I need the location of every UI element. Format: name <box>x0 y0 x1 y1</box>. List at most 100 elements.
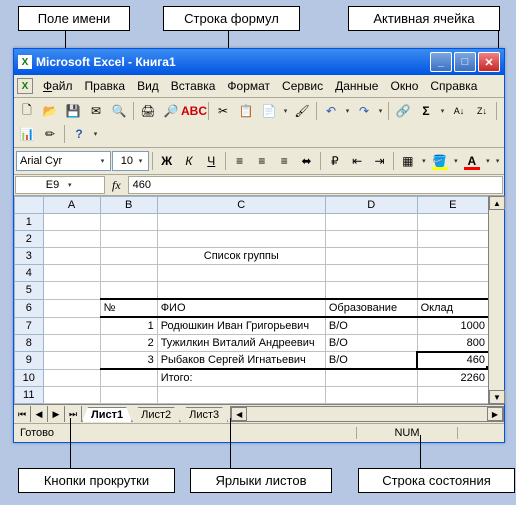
cell-hdr-salary[interactable]: Оклад <box>417 299 488 317</box>
cut-icon[interactable]: ✂ <box>212 100 234 122</box>
row-header-4[interactable]: 4 <box>15 265 44 282</box>
sort-asc-icon[interactable]: A↓ <box>448 100 470 122</box>
menu-file[interactable]: ФФайлайл <box>37 77 79 95</box>
row-header-3[interactable]: 3 <box>15 248 44 265</box>
tab-nav-prev-icon[interactable]: ◀ <box>31 406 48 422</box>
maximize-button[interactable]: □ <box>454 52 476 72</box>
cell-r1-fio[interactable]: Родюшкин Иван Григорьевич <box>157 317 325 335</box>
row-header-9[interactable]: 9 <box>15 352 44 370</box>
scroll-right-icon[interactable]: ▶ <box>487 407 503 421</box>
mail-icon[interactable]: ✉ <box>85 100 107 122</box>
spell-icon[interactable]: ABC <box>183 100 205 122</box>
borders-dropdown[interactable]: ▾ <box>419 157 428 165</box>
fontcolor-dropdown[interactable]: ▾ <box>484 157 493 165</box>
name-box-dropdown[interactable]: ▾ <box>65 181 74 189</box>
close-button[interactable]: ✕ <box>478 52 500 72</box>
spreadsheet-grid[interactable]: A B C D E 1 2 3Список группы 4 5 6 № ФИО… <box>14 196 489 404</box>
menu-help[interactable]: Справка <box>424 77 483 95</box>
autosum-dropdown[interactable]: ▾ <box>438 107 447 115</box>
cell-total-val[interactable]: 2260 <box>417 369 488 387</box>
italic-button[interactable]: К <box>178 150 199 172</box>
horizontal-scrollbar[interactable]: ◀ ▶ <box>230 406 504 422</box>
undo-dropdown[interactable]: ▾ <box>343 107 352 115</box>
cell-title[interactable]: Список группы <box>157 248 325 265</box>
align-right-icon[interactable]: ≡ <box>274 150 295 172</box>
menu-window[interactable]: Окно <box>384 77 424 95</box>
row-header-6[interactable]: 6 <box>15 299 44 317</box>
menu-edit[interactable]: Правка <box>79 77 132 95</box>
scroll-left-icon[interactable]: ◀ <box>231 407 247 421</box>
preview-icon[interactable]: 🔎 <box>160 100 182 122</box>
app-control-icon[interactable]: X <box>17 78 33 94</box>
print-icon[interactable]: 🖨 <box>137 100 159 122</box>
row-header-2[interactable]: 2 <box>15 231 44 248</box>
cell-r3-fio[interactable]: Рыбаков Сергей Игнатьевич <box>157 352 325 370</box>
cell-r3-edu[interactable]: В/О <box>325 352 417 370</box>
font-size-select[interactable]: 10 ▾ <box>112 151 149 171</box>
undo-icon[interactable]: ↶ <box>320 100 342 122</box>
menu-tools[interactable]: Сервис <box>276 77 329 95</box>
cell-r2-sal[interactable]: 800 <box>417 335 488 352</box>
copy-icon[interactable]: 📋 <box>235 100 257 122</box>
bold-button[interactable]: Ж <box>156 150 177 172</box>
borders-icon[interactable]: ▦ <box>397 150 418 172</box>
menu-format[interactable]: Формат <box>221 77 276 95</box>
row-header-7[interactable]: 7 <box>15 317 44 335</box>
paste-dropdown[interactable]: ▾ <box>281 107 290 115</box>
redo-icon[interactable]: ↷ <box>353 100 375 122</box>
cell-hdr-fio[interactable]: ФИО <box>157 299 325 317</box>
format-more[interactable]: ▾ <box>493 157 502 165</box>
cell-r2-fio[interactable]: Тужилкин Виталий Андреевич <box>157 335 325 352</box>
row-header-10[interactable]: 10 <box>15 369 44 387</box>
row-header-11[interactable]: 11 <box>15 387 44 404</box>
row-header-5[interactable]: 5 <box>15 282 44 300</box>
help-icon[interactable]: ? <box>68 123 90 145</box>
search-icon[interactable]: 🔍 <box>108 100 130 122</box>
open-icon[interactable]: 📂 <box>39 100 61 122</box>
minimize-button[interactable]: _ <box>430 52 452 72</box>
cell-r1-edu[interactable]: В/О <box>325 317 417 335</box>
sheet-tab-3[interactable]: Лист3 <box>180 407 228 422</box>
font-color-icon[interactable]: А <box>461 150 482 172</box>
paste-icon[interactable]: 📄 <box>258 100 280 122</box>
tab-nav-last-icon[interactable]: ⏭ <box>65 406 82 422</box>
active-cell-E9[interactable]: 460 <box>417 352 488 370</box>
save-icon[interactable]: 💾 <box>62 100 84 122</box>
merge-center-icon[interactable]: ⬌ <box>296 150 317 172</box>
fill-dropdown[interactable]: ▾ <box>452 157 461 165</box>
cell-r3-num[interactable]: 3 <box>100 352 157 370</box>
name-box[interactable]: E9 ▾ <box>15 176 105 194</box>
cell-total-label[interactable]: Итого: <box>157 369 325 387</box>
menu-insert[interactable]: Вставка <box>165 77 222 95</box>
row-header-8[interactable]: 8 <box>15 335 44 352</box>
underline-button[interactable]: Ч <box>201 150 222 172</box>
select-all-corner[interactable] <box>15 197 44 214</box>
align-left-icon[interactable]: ≡ <box>229 150 250 172</box>
col-header-E[interactable]: E <box>417 197 488 214</box>
align-center-icon[interactable]: ≡ <box>251 150 272 172</box>
fill-color-icon[interactable]: 🪣 <box>429 150 450 172</box>
tab-nav-next-icon[interactable]: ▶ <box>48 406 65 422</box>
format-painter-icon[interactable]: 🖌 <box>291 100 313 122</box>
col-header-A[interactable]: A <box>43 197 100 214</box>
scroll-up-icon[interactable]: ▲ <box>489 196 505 210</box>
chart-icon[interactable]: 📊 <box>16 123 38 145</box>
sheet-tab-2[interactable]: Лист2 <box>132 407 180 422</box>
vertical-scrollbar[interactable]: ▲ ▼ <box>488 196 504 404</box>
row-header-1[interactable]: 1 <box>15 214 44 231</box>
col-header-C[interactable]: C <box>157 197 325 214</box>
menu-data[interactable]: Данные <box>329 77 384 95</box>
cell-r1-sal[interactable]: 1000 <box>417 317 488 335</box>
col-header-D[interactable]: D <box>325 197 417 214</box>
scroll-down-icon[interactable]: ▼ <box>489 390 505 404</box>
redo-dropdown[interactable]: ▾ <box>376 107 385 115</box>
formula-input[interactable]: 460 <box>128 176 503 194</box>
autosum-icon[interactable]: Σ <box>415 100 437 122</box>
cell-r1-num[interactable]: 1 <box>100 317 157 335</box>
cell-hdr-edu[interactable]: Образование <box>325 299 417 317</box>
cell-r2-edu[interactable]: В/О <box>325 335 417 352</box>
cell-r2-num[interactable]: 2 <box>100 335 157 352</box>
tab-nav-first-icon[interactable]: ⏮ <box>14 406 31 422</box>
indent-inc-icon[interactable]: ⇥ <box>369 150 390 172</box>
cell-hdr-num[interactable]: № <box>100 299 157 317</box>
